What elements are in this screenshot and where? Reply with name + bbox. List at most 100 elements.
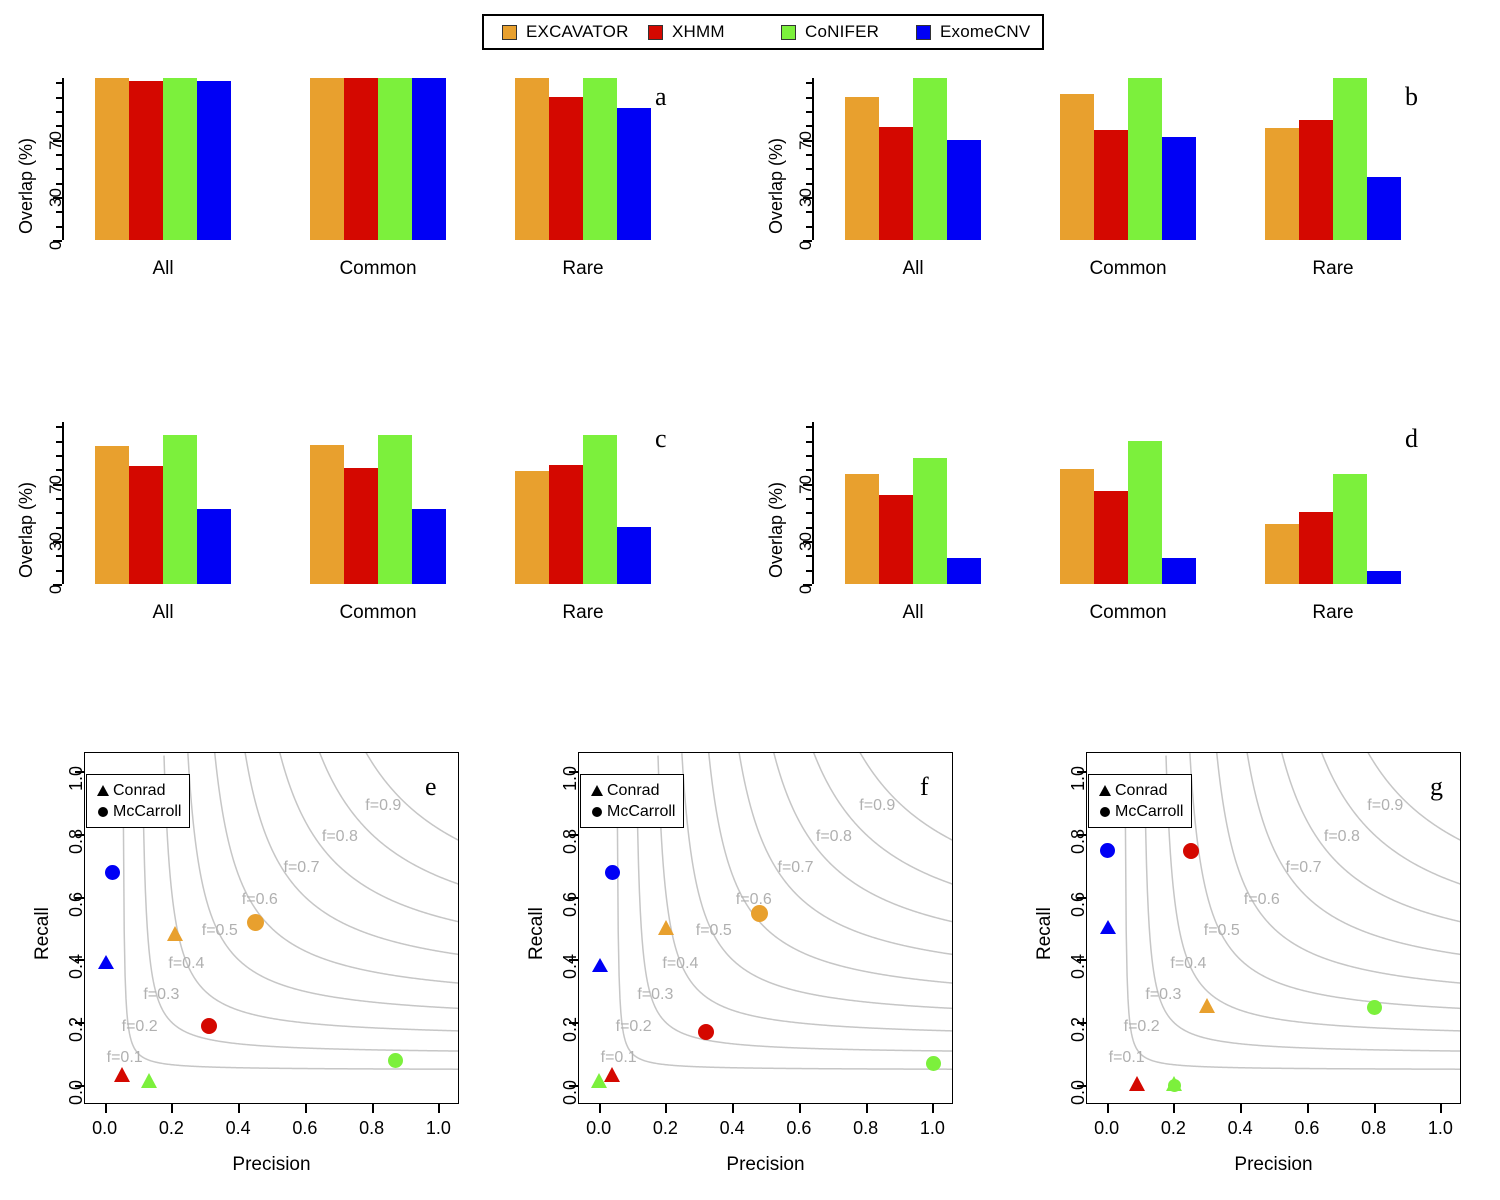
legend-label: CoNIFER [805, 22, 880, 41]
point-exomecnv-conrad [97, 954, 114, 969]
point-excavator-conrad [657, 919, 674, 935]
y-tick-label: 0 [796, 584, 815, 594]
y-axis-tick [56, 96, 62, 99]
bar-exomecnv-common [1162, 558, 1196, 584]
scatter-legend-entry-mccarroll: McCarroll [1095, 801, 1183, 822]
scatter-legend-label: Conrad [1115, 781, 1168, 799]
legend-entry-excavator: EXCAVATOR [502, 22, 629, 42]
x-axis-tick [732, 1104, 735, 1113]
bar-exomecnv-all [197, 80, 231, 240]
legend-swatch-icon [781, 24, 796, 40]
contour-label-f0.1: f=0.1 [106, 1049, 143, 1066]
contour-label-f0.2: f=0.2 [121, 1017, 158, 1035]
scatter-legend-entry-conrad: Conrad [587, 780, 675, 801]
y-tick-label: 0.4 [66, 954, 86, 980]
contour-f-0.1 [1124, 808, 1460, 1070]
y-tick-label: 1.0 [66, 766, 86, 792]
bar-exomecnv-rare [617, 108, 651, 240]
y-tick-label: 0.8 [1068, 828, 1088, 855]
y-axis-line [812, 78, 814, 240]
contour-label-f0.1: f=0.1 [600, 1049, 637, 1066]
x-axis-tick [1173, 1104, 1176, 1113]
x-tick-label: 0.6 [1294, 1118, 1320, 1138]
y-axis-line [62, 422, 64, 584]
y-axis-tick [806, 96, 812, 99]
contour-label-f0.3: f=0.3 [637, 986, 674, 1004]
y-axis-tick [806, 497, 812, 500]
y-axis-label: Overlap (%) [766, 481, 786, 578]
bar-conifer-common [1128, 78, 1162, 240]
x-tick-label: 1.0 [425, 1118, 451, 1138]
y-axis-tick [806, 440, 812, 443]
contour-f-0.6 [1246, 753, 1460, 956]
bar-exomecnv-rare [1367, 176, 1401, 240]
scatter-legend: Conrad McCarroll [580, 774, 685, 828]
bar-conifer-rare [1333, 78, 1367, 240]
y-tick-label: 0.6 [66, 891, 86, 917]
y-tick-label: 70 [46, 474, 65, 494]
x-axis-label: Precision [232, 1154, 311, 1175]
y-axis-tick [806, 82, 812, 85]
bar-conifer-rare [1333, 473, 1367, 584]
point-excavator-conrad [1199, 997, 1216, 1013]
point-exomecnv-conrad [591, 957, 608, 972]
y-axis-tick [56, 82, 62, 85]
x-tick-label: 1.0 [1427, 1118, 1453, 1138]
scatter-legend-entry-mccarroll: McCarroll [587, 801, 675, 822]
y-axis-tick [806, 555, 812, 558]
x-group-label-rare: Rare [1312, 258, 1354, 279]
bar-xhmm-rare [549, 465, 583, 584]
bar-xhmm-common [344, 467, 378, 584]
y-tick-label: 0.8 [560, 828, 580, 855]
panel-letter-b: b [1405, 82, 1418, 111]
y-tick-label: 0 [796, 240, 815, 250]
y-tick-label: 0.0 [560, 1079, 580, 1105]
x-tick-label: 0.8 [359, 1118, 385, 1138]
y-axis-tick [56, 512, 62, 515]
x-tick-label: 0.2 [652, 1118, 678, 1138]
x-tick-label: 0.6 [786, 1118, 812, 1138]
x-axis-tick [371, 1104, 374, 1113]
contour-label-f0.2: f=0.2 [1123, 1017, 1160, 1035]
point-xhmm-mccarroll [1183, 842, 1200, 859]
bar-exomecnv-rare [617, 526, 651, 584]
contour-f-0.1 [616, 808, 952, 1070]
x-axis-tick [1306, 1104, 1309, 1113]
y-tick-label: 0.8 [66, 828, 86, 855]
scatter-legend-entry-mccarroll: McCarroll [93, 801, 181, 822]
x-tick-label: 0.2 [158, 1118, 184, 1138]
bar-conifer-all [163, 78, 197, 240]
x-axis-tick [932, 1104, 935, 1113]
circle-marker-icon [93, 806, 113, 817]
y-tick-label: 0.6 [560, 891, 580, 917]
y-axis-tick [56, 153, 62, 156]
contour-label-f0.4: f=0.4 [168, 955, 205, 973]
y-axis-tick [806, 426, 812, 429]
x-tick-label: 0.8 [853, 1118, 879, 1138]
circle-marker-icon [587, 806, 607, 817]
contour-f-0.3 [163, 755, 458, 1032]
contour-f-0.4 [1189, 753, 1460, 1010]
contour-label-f0.4: f=0.4 [1170, 955, 1207, 973]
y-axis-tick [806, 569, 812, 572]
x-axis-tick [798, 1104, 801, 1113]
y-axis-label: Overlap (%) [16, 137, 36, 234]
x-group-label-rare: Rare [562, 602, 604, 623]
x-group-label-all: All [152, 602, 174, 623]
contour-label-f0.5: f=0.5 [201, 922, 238, 940]
y-tick-label: 0 [46, 584, 65, 594]
bar-xhmm-rare [1299, 512, 1333, 584]
contour-label-f0.5: f=0.5 [695, 922, 732, 940]
bar-xhmm-common [1094, 129, 1128, 240]
panel-letter-c: c [655, 424, 667, 453]
x-axis-tick [238, 1104, 241, 1113]
bar-xhmm-all [129, 80, 163, 240]
bar-xhmm-rare [1299, 119, 1333, 240]
contour-f-0.8 [813, 753, 952, 885]
x-axis-tick [665, 1104, 668, 1113]
x-axis-tick [104, 1104, 107, 1113]
bar-excavator-all [845, 96, 879, 240]
y-axis-tick [806, 125, 812, 128]
bar-conifer-rare [583, 434, 617, 584]
bar-excavator-common [310, 444, 344, 584]
